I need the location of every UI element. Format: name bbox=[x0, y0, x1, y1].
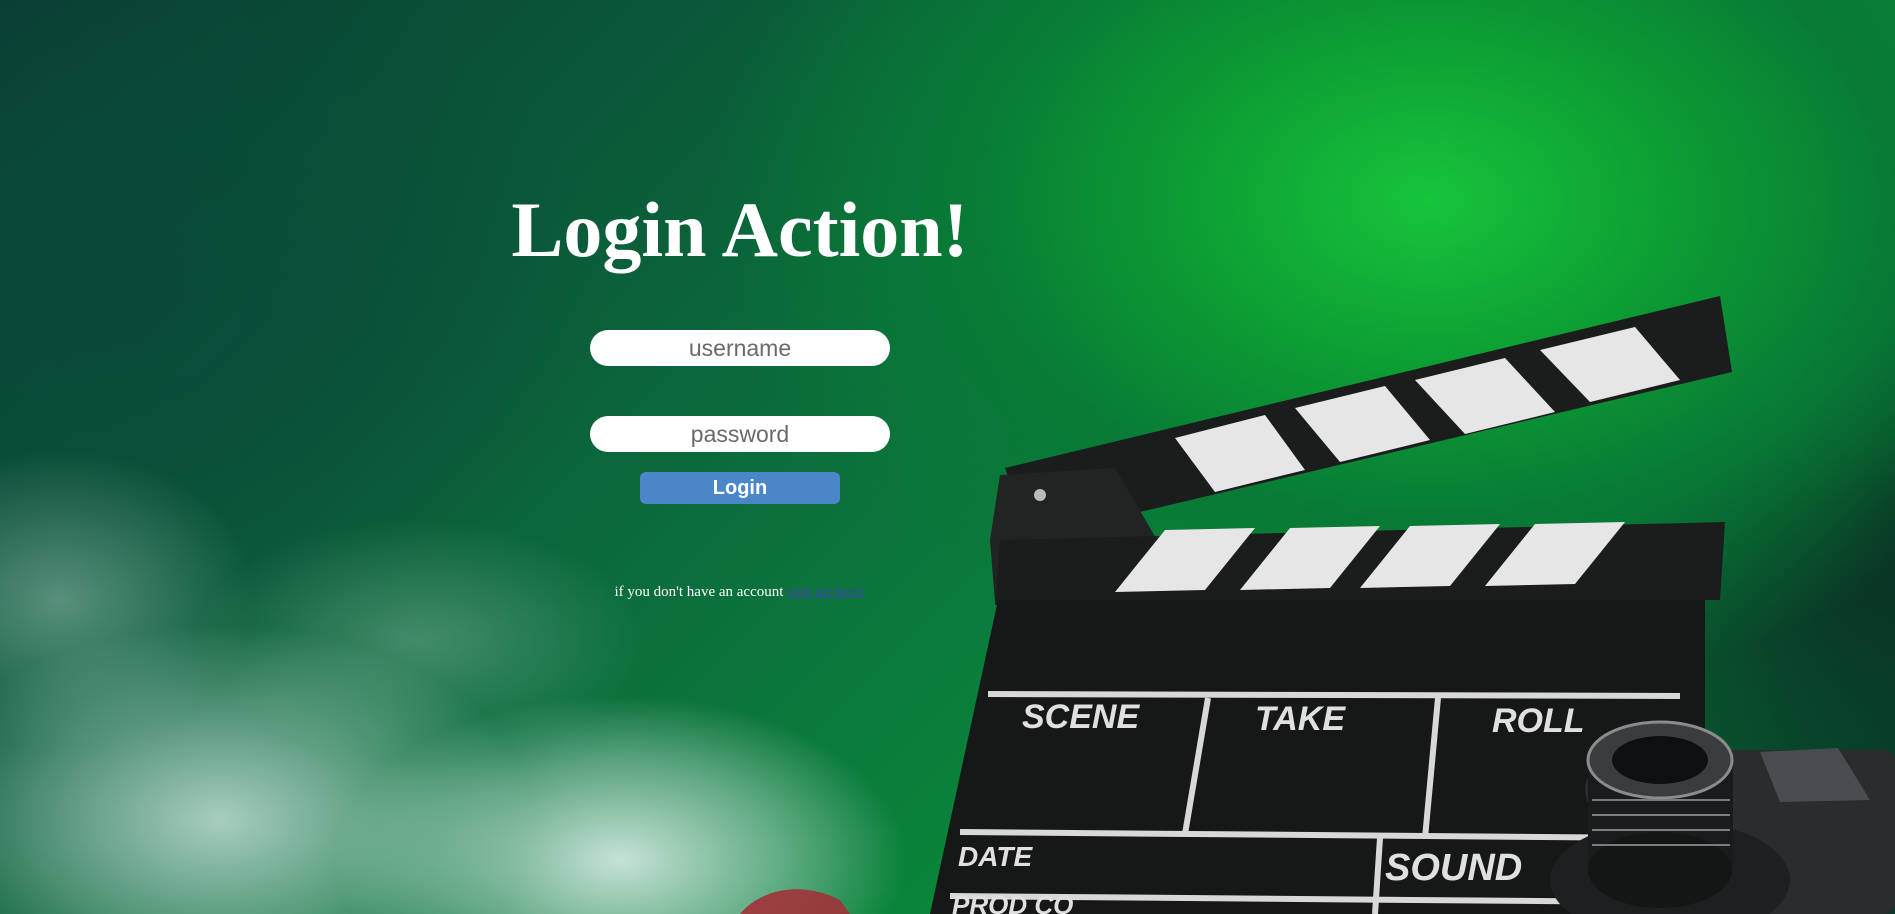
slate-label-prod: PROD CO bbox=[952, 890, 1073, 914]
film-ribbon bbox=[740, 889, 850, 914]
page-title: Login Action! bbox=[511, 186, 969, 273]
signup-link[interactable]: sign up here! bbox=[787, 584, 865, 600]
signup-prompt-text: if you don't have an account bbox=[614, 584, 784, 600]
username-input[interactable] bbox=[590, 330, 890, 366]
slate-label-roll: ROLL bbox=[1492, 702, 1585, 740]
login-form: Login Action! Login if you don't have an… bbox=[460, 180, 1020, 601]
slate-label-sound: SOUND bbox=[1385, 847, 1522, 889]
slate-label-date: DATE bbox=[958, 841, 1033, 872]
password-input[interactable] bbox=[590, 416, 890, 452]
signup-prompt: if you don't have an account sign up her… bbox=[460, 584, 1020, 601]
hinge-screw bbox=[1034, 489, 1046, 501]
slate-label-take: TAKE bbox=[1255, 700, 1346, 738]
camera bbox=[1550, 720, 1895, 914]
login-button[interactable]: Login bbox=[640, 472, 840, 504]
slate-label-scene: SCENE bbox=[1022, 698, 1140, 736]
